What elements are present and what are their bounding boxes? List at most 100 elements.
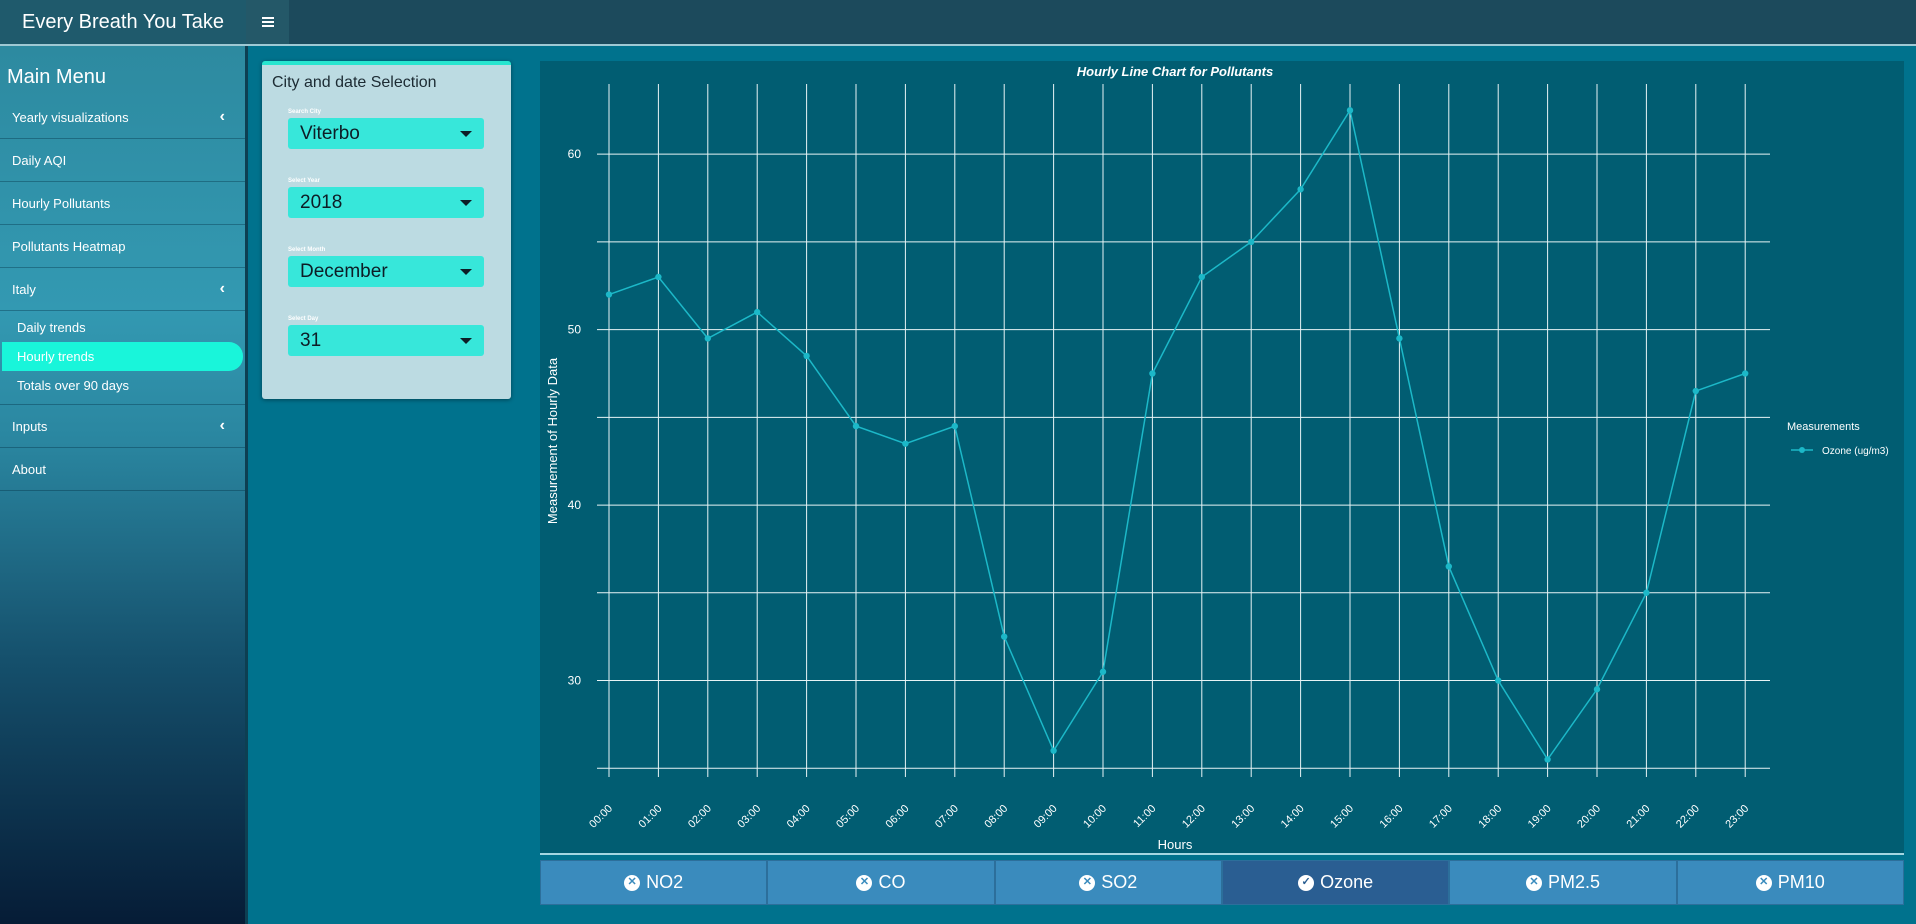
x-tick-label: 01:00 — [637, 803, 665, 831]
sidebar-subitem-totals-over-90-days[interactable]: Totals over 90 days — [0, 371, 245, 400]
sidebar-subitem-hourly-trends[interactable]: Hourly trends — [2, 342, 243, 371]
x-tick-label: 08:00 — [982, 803, 1010, 831]
x-tick-label: 23:00 — [1723, 803, 1751, 831]
pollutant-button-label: PM10 — [1777, 872, 1825, 892]
chevron-left-icon: ‹ — [219, 417, 225, 434]
caret-down-icon — [460, 268, 472, 275]
x-tick-label: 12:00 — [1180, 803, 1208, 831]
day-select[interactable]: 31 — [288, 325, 484, 356]
x-tick-label: 05:00 — [834, 803, 862, 831]
data-point — [1099, 668, 1107, 675]
pollutant-button-label: Ozone — [1320, 872, 1374, 892]
month-select[interactable]: December — [288, 256, 484, 287]
x-tick-label: 17:00 — [1427, 803, 1455, 831]
sidebar: Main Menu Yearly visualizations ‹ Daily AQ… — [0, 46, 248, 924]
pollutant-button-co[interactable]: ✕ CO — [767, 860, 995, 905]
caret-down-icon — [460, 337, 472, 344]
hourly-line-chart: 30 40 50 60 00:00 01:00 02:00 03:00 04:00 05:00 06… — [545, 64, 1889, 852]
legend-label-ozone: Ozone (ug/m3) — [1822, 446, 1889, 457]
data-point — [951, 422, 958, 430]
x-tick-label: 07:00 — [933, 803, 961, 831]
x-tick-label: 04:00 — [785, 803, 813, 831]
data-point — [902, 440, 909, 447]
check-circle-icon: ✓ — [1298, 874, 1315, 891]
sidebar-item-label: Inputs — [12, 418, 48, 434]
legend-title: Measurements — [1787, 421, 1860, 433]
day-value: 31 — [300, 329, 322, 351]
app-title[interactable]: Every Breath You Take — [0, 0, 246, 44]
times-circle-icon: ✕ — [1755, 874, 1772, 891]
city-value: Viterbo — [300, 122, 360, 144]
pollutant-button-label: PM2.5 — [1547, 872, 1600, 892]
sidebar-item-label: Pollutants Heatmap — [12, 238, 126, 254]
pollutant-button-so2[interactable]: ✕ SO2 — [994, 860, 1222, 905]
sidebar-item-label: Daily AQI — [12, 152, 67, 168]
sidebar-toggle-button[interactable] — [246, 0, 289, 44]
y-axis-label: Measurement of Hourly Data — [545, 357, 560, 524]
x-tick-label: 18:00 — [1476, 803, 1504, 831]
y-tick-label: 40 — [568, 498, 582, 512]
sidebar-item-hourly-pollutants[interactable]: Hourly Pollutants — [0, 182, 245, 225]
y-tick-label: 50 — [568, 323, 582, 337]
data-point — [605, 291, 613, 298]
pollutant-button-label: NO2 — [646, 872, 684, 892]
times-circle-icon: ✕ — [856, 874, 873, 891]
year-select[interactable]: 2018 — [288, 187, 484, 218]
pollutant-button-no2[interactable]: ✕ NO2 — [540, 860, 768, 905]
panel-title: City and date Selection — [272, 74, 437, 91]
data-point — [1001, 633, 1008, 640]
data-point — [1692, 387, 1700, 395]
sidebar-item-yearly-visualizations[interactable]: Yearly visualizations ‹ — [0, 96, 245, 139]
data-point — [1050, 747, 1057, 754]
sidebar-subitem-daily-trends[interactable]: Daily trends — [0, 313, 245, 342]
x-tick-label: 06:00 — [884, 803, 912, 831]
sidebar-item-label: Italy — [12, 281, 36, 297]
data-point — [1643, 589, 1650, 596]
data-point — [1544, 756, 1551, 763]
data-point — [704, 335, 711, 342]
top-header: Every Breath You Take — [0, 0, 1916, 46]
x-tick-label: 09:00 — [1032, 803, 1060, 831]
menu-title: Main Menu — [7, 66, 106, 88]
legend-marker-ozone — [1799, 447, 1805, 453]
x-tick-label: 10:00 — [1081, 803, 1109, 831]
year-label: Select Year — [288, 178, 320, 184]
times-circle-icon: ✕ — [1079, 874, 1096, 891]
x-tick-label: 19:00 — [1526, 803, 1554, 831]
data-point — [1445, 563, 1452, 570]
x-tick-label: 14:00 — [1279, 803, 1307, 831]
data-point — [754, 308, 761, 316]
x-tick-label: 16:00 — [1378, 803, 1406, 831]
sidebar-item-inputs[interactable]: Inputs ‹ — [0, 405, 245, 448]
times-circle-icon: ✕ — [1525, 874, 1542, 891]
pollutant-button-group: ✕ NO2 ✕ CO ✕ SO2 ✓ Ozone ✕ PM2.5 ✕ PM10 — [540, 860, 1904, 905]
sidebar-item-daily-aqi[interactable]: Daily AQI — [0, 139, 245, 182]
sidebar-item-label: Hourly Pollutants — [12, 195, 111, 211]
pollutant-button-pm10[interactable]: ✕ PM10 — [1676, 860, 1904, 905]
sidebar-item-about[interactable]: About — [0, 448, 245, 491]
data-point — [1396, 335, 1403, 342]
sidebar-item-label: Yearly visualizations — [12, 109, 129, 125]
sidebar-item-pollutants-heatmap[interactable]: Pollutants Heatmap — [0, 225, 245, 268]
sidebar-item-italy[interactable]: Italy ‹ — [0, 268, 245, 311]
city-label: Search City — [288, 109, 322, 115]
x-tick-label: 20:00 — [1575, 803, 1603, 831]
x-tick-label: 13:00 — [1229, 803, 1257, 831]
chevron-left-icon: ‹ — [219, 108, 225, 125]
hamburger-icon — [261, 17, 274, 27]
pollutant-button-ozone[interactable]: ✓ Ozone — [1221, 860, 1450, 905]
data-point — [655, 273, 662, 281]
data-point — [1495, 677, 1502, 684]
data-point — [1198, 273, 1205, 281]
year-value: 2018 — [300, 191, 343, 213]
month-label: Select Month — [288, 247, 326, 253]
pollutant-button-pm2-5[interactable]: ✕ PM2.5 — [1449, 860, 1677, 905]
city-date-selection-panel: City and date Selection Search City Vite… — [262, 61, 511, 399]
y-tick-label: 30 — [568, 674, 582, 688]
times-circle-icon: ✕ — [624, 874, 641, 891]
data-point — [1149, 370, 1156, 377]
data-point — [1248, 238, 1255, 246]
x-tick-label: 21:00 — [1625, 803, 1653, 831]
city-select[interactable]: Viterbo — [288, 118, 484, 149]
x-tick-label: 02:00 — [686, 803, 714, 831]
